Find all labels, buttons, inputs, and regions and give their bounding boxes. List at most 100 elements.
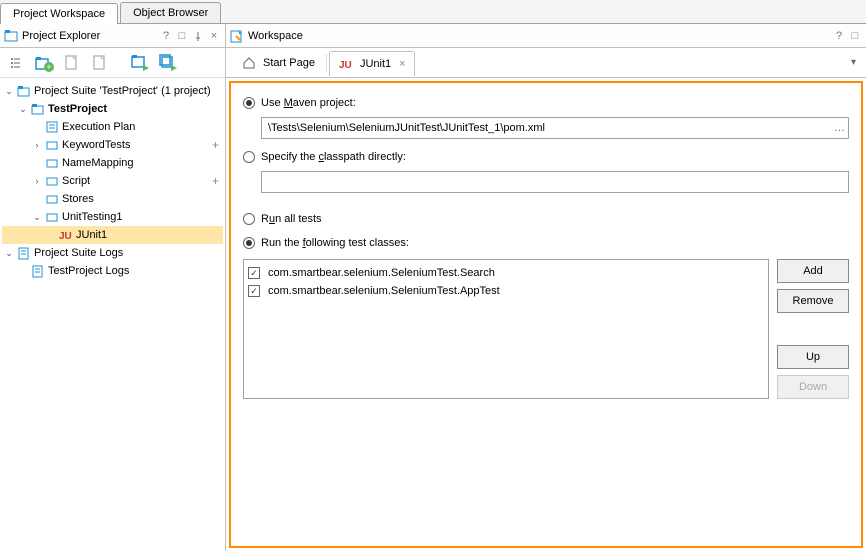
workspace-icon	[230, 29, 244, 43]
junit-icon: JU	[338, 56, 354, 72]
remove-button[interactable]: Remove	[777, 289, 849, 313]
tree-label: TestProject	[48, 103, 107, 115]
pin-icon[interactable]	[191, 29, 205, 43]
add-icon[interactable]: +	[212, 174, 219, 188]
explorer-icon	[4, 29, 18, 43]
up-button[interactable]: Up	[777, 345, 849, 369]
tab-junit1[interactable]: JU JUnit1 ×	[329, 51, 415, 76]
workspace-title: Workspace	[248, 30, 830, 42]
tree-label: Script	[62, 175, 90, 187]
radio-icon[interactable]	[243, 97, 255, 109]
tree-label: KeywordTests	[62, 139, 130, 151]
classpath-input[interactable]	[261, 171, 849, 193]
tree-label: Execution Plan	[62, 121, 135, 133]
tree-node-project[interactable]: ⌄ TestProject	[2, 100, 223, 118]
name-mapping-icon	[44, 155, 60, 171]
tree-node-keyword-tests[interactable]: › KeywordTests +	[2, 136, 223, 154]
tree-node-name-mapping[interactable]: NameMapping	[2, 154, 223, 172]
maven-path-input[interactable]	[261, 117, 849, 139]
expander-icon[interactable]: ⌄	[16, 104, 30, 115]
test-classes-list[interactable]: ✓ com.smartbear.selenium.SeleniumTest.Se…	[243, 259, 769, 399]
tree-label: NameMapping	[62, 157, 134, 169]
logs-icon	[16, 245, 32, 261]
maximize-icon[interactable]: □	[175, 29, 189, 43]
project-explorer-pane: Project Explorer ? □ × +	[0, 24, 226, 551]
doc-icon-2[interactable]	[88, 51, 112, 75]
expander-icon[interactable]: ›	[30, 176, 44, 186]
run-project-icon[interactable]	[128, 51, 152, 75]
explorer-toolbar: +	[0, 48, 225, 78]
list-item[interactable]: ✓ com.smartbear.selenium.SeleniumTest.Se…	[248, 264, 764, 282]
tree-node-unit-testing[interactable]: ⌄ UnitTesting1	[2, 208, 223, 226]
tab-object-browser[interactable]: Object Browser	[120, 2, 221, 23]
tab-label: Start Page	[263, 57, 315, 69]
svg-text:+: +	[46, 62, 51, 72]
logs-icon	[30, 263, 46, 279]
radio-use-maven[interactable]: Use Maven project:	[243, 93, 849, 113]
radio-specify-classpath[interactable]: Specify the classpath directly:	[243, 147, 849, 167]
tree-label: JUnit1	[76, 229, 107, 241]
add-button[interactable]: Add	[777, 259, 849, 283]
checkbox-icon[interactable]: ✓	[248, 285, 260, 297]
radio-run-all[interactable]: Run all tests	[243, 209, 849, 229]
radio-label: Run all tests	[261, 213, 322, 225]
expander-icon[interactable]: ›	[30, 140, 44, 150]
close-icon[interactable]: ×	[207, 29, 221, 43]
tab-separator	[326, 54, 327, 72]
workspace-tab-strip: Start Page JU JUnit1 × ▾	[226, 48, 866, 78]
help-icon[interactable]: ?	[832, 29, 846, 43]
tree-label: TestProject Logs	[48, 265, 129, 277]
tree-label: UnitTesting1	[62, 211, 123, 223]
test-class-name: com.smartbear.selenium.SeleniumTest.AppT…	[268, 285, 500, 297]
checkbox-icon[interactable]: ✓	[248, 267, 260, 279]
keyword-tests-icon	[44, 137, 60, 153]
doc-icon-1[interactable]	[60, 51, 84, 75]
project-icon	[30, 101, 46, 117]
help-icon[interactable]: ?	[159, 29, 173, 43]
radio-icon[interactable]	[243, 237, 255, 249]
tree-node-stores[interactable]: Stores	[2, 190, 223, 208]
expander-icon[interactable]: ⌄	[30, 212, 44, 223]
expander-icon[interactable]: ⌄	[2, 86, 16, 97]
radio-label: Use Maven project:	[261, 97, 356, 109]
tab-start-page[interactable]: Start Page	[232, 50, 324, 75]
tree-node-project-logs[interactable]: TestProject Logs	[2, 262, 223, 280]
list-buttons: Add Remove Up Down	[777, 259, 849, 399]
radio-run-following[interactable]: Run the following test classes:	[243, 233, 849, 253]
list-item[interactable]: ✓ com.smartbear.selenium.SeleniumTest.Ap…	[248, 282, 764, 300]
execution-plan-icon	[44, 119, 60, 135]
tab-label: JUnit1	[360, 58, 391, 70]
tree-node-execution-plan[interactable]: Execution Plan	[2, 118, 223, 136]
suite-icon	[16, 83, 32, 99]
script-icon	[44, 173, 60, 189]
expander-icon[interactable]: ⌄	[2, 248, 16, 259]
junit-config-form: Use Maven project: … Specify the classpa…	[229, 81, 863, 548]
project-explorer-header: Project Explorer ? □ ×	[0, 24, 225, 48]
radio-icon[interactable]	[243, 151, 255, 163]
add-icon[interactable]: +	[212, 138, 219, 152]
close-tab-icon[interactable]: ×	[399, 58, 405, 70]
add-project-icon[interactable]: +	[32, 51, 56, 75]
workspace-header: Workspace ? □	[226, 24, 866, 48]
menu-icon[interactable]	[4, 51, 28, 75]
tree-node-junit1[interactable]: JU JUnit1	[2, 226, 223, 244]
tree-node-script[interactable]: › Script +	[2, 172, 223, 190]
svg-text:JU: JU	[59, 231, 72, 242]
run-suite-icon[interactable]	[156, 51, 180, 75]
tree-label: Stores	[62, 193, 94, 205]
tree-node-suite-logs[interactable]: ⌄ Project Suite Logs	[2, 244, 223, 262]
radio-label: Run the following test classes:	[261, 237, 409, 249]
tree-label: Project Suite Logs	[34, 247, 123, 259]
svg-text:JU: JU	[339, 60, 352, 71]
tree-node-suite[interactable]: ⌄ Project Suite 'TestProject' (1 project…	[2, 82, 223, 100]
radio-icon[interactable]	[243, 213, 255, 225]
maximize-icon[interactable]: □	[848, 29, 862, 43]
tab-overflow-icon[interactable]: ▾	[847, 53, 860, 72]
workspace-pane: Workspace ? □ Start Page JU JUnit1 × ▾ U…	[226, 24, 866, 551]
tab-project-workspace[interactable]: Project Workspace	[0, 3, 118, 24]
browse-icon[interactable]: …	[834, 117, 845, 139]
radio-label: Specify the classpath directly:	[261, 151, 406, 163]
junit-icon: JU	[58, 227, 74, 243]
down-button[interactable]: Down	[777, 375, 849, 399]
unit-testing-icon	[44, 209, 60, 225]
